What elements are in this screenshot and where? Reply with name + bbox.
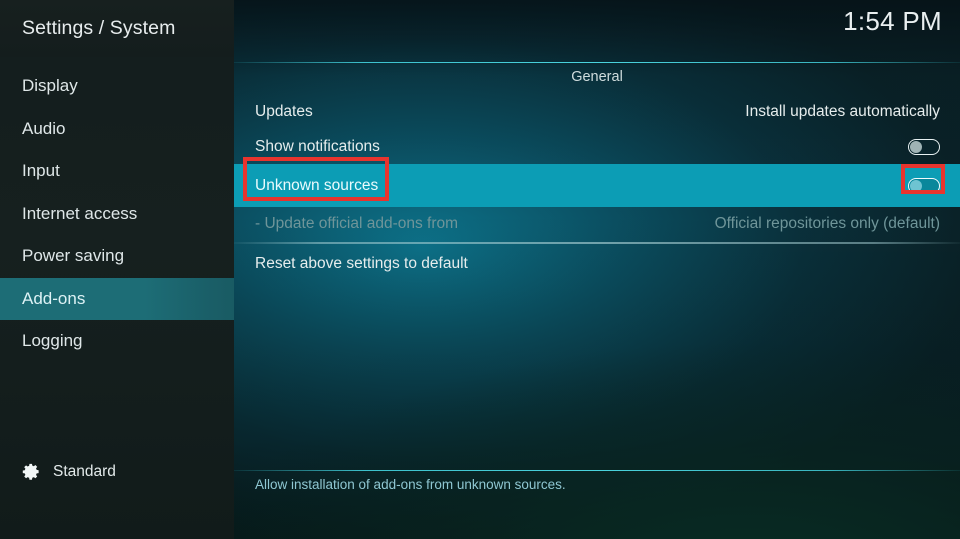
sidebar-item-label: Logging (22, 331, 83, 351)
show-notifications-toggle[interactable] (908, 138, 940, 155)
setting-row-show-notifications[interactable]: Show notifications (234, 129, 960, 164)
sidebar-item-label: Display (22, 76, 78, 96)
unknown-sources-toggle[interactable] (908, 177, 940, 194)
sidebar-item-internet-access[interactable]: Internet access (0, 193, 234, 236)
sidebar-item-power-saving[interactable]: Power saving (0, 235, 234, 278)
settings-level-label: Standard (53, 462, 116, 480)
sidebar-item-input[interactable]: Input (0, 150, 234, 193)
setting-row-unknown-sources[interactable]: Unknown sources (234, 164, 960, 207)
kodi-settings-screen: Settings / System Display Audio Input In… (0, 0, 960, 539)
toggle-knob (910, 140, 923, 153)
setting-help-text: Allow installation of add-ons from unkno… (255, 477, 566, 492)
page-title: Settings / System (22, 17, 176, 39)
setting-row-updates[interactable]: Updates Install updates automatically (234, 94, 960, 129)
settings-level-selector[interactable]: Standard (0, 462, 234, 481)
sidebar-item-label: Add-ons (22, 288, 86, 308)
sidebar-menu: Display Audio Input Internet access Powe… (0, 57, 234, 363)
sidebar-item-label: Internet access (22, 203, 138, 223)
top-separator (234, 62, 960, 63)
sidebar-item-display[interactable]: Display (0, 65, 234, 108)
sidebar-item-label: Power saving (22, 246, 125, 266)
sidebar-header: Settings / System (0, 0, 234, 57)
toggle-knob (910, 179, 923, 192)
settings-divider (234, 242, 960, 244)
setting-label: Show notifications (255, 137, 380, 155)
sidebar-item-audio[interactable]: Audio (0, 108, 234, 151)
bottom-separator (234, 470, 960, 471)
setting-row-reset-to-default[interactable]: Reset above settings to default (234, 246, 960, 281)
setting-label: Updates (255, 102, 313, 120)
sidebar-item-label: Audio (22, 118, 66, 138)
setting-value: Install updates automatically (745, 102, 940, 120)
settings-group-header: General (571, 69, 623, 85)
setting-value: Official repositories only (default) (714, 214, 940, 232)
setting-label: Reset above settings to default (255, 254, 468, 272)
sidebar-item-label: Input (22, 161, 60, 181)
sidebar: Settings / System Display Audio Input In… (0, 0, 234, 539)
setting-label: - Update official add-ons from (255, 214, 459, 232)
settings-list: Updates Install updates automatically Sh… (234, 94, 960, 281)
gear-icon (22, 462, 41, 481)
clock: 1:54 PM (843, 6, 942, 36)
setting-label: Unknown sources (255, 176, 379, 194)
sidebar-item-logging[interactable]: Logging (0, 320, 234, 363)
sidebar-item-add-ons[interactable]: Add-ons (0, 277, 234, 320)
main-content: 1:54 PM General Updates Install updates … (234, 0, 960, 539)
setting-row-update-official-addons-from: - Update official add-ons from Official … (234, 207, 960, 240)
